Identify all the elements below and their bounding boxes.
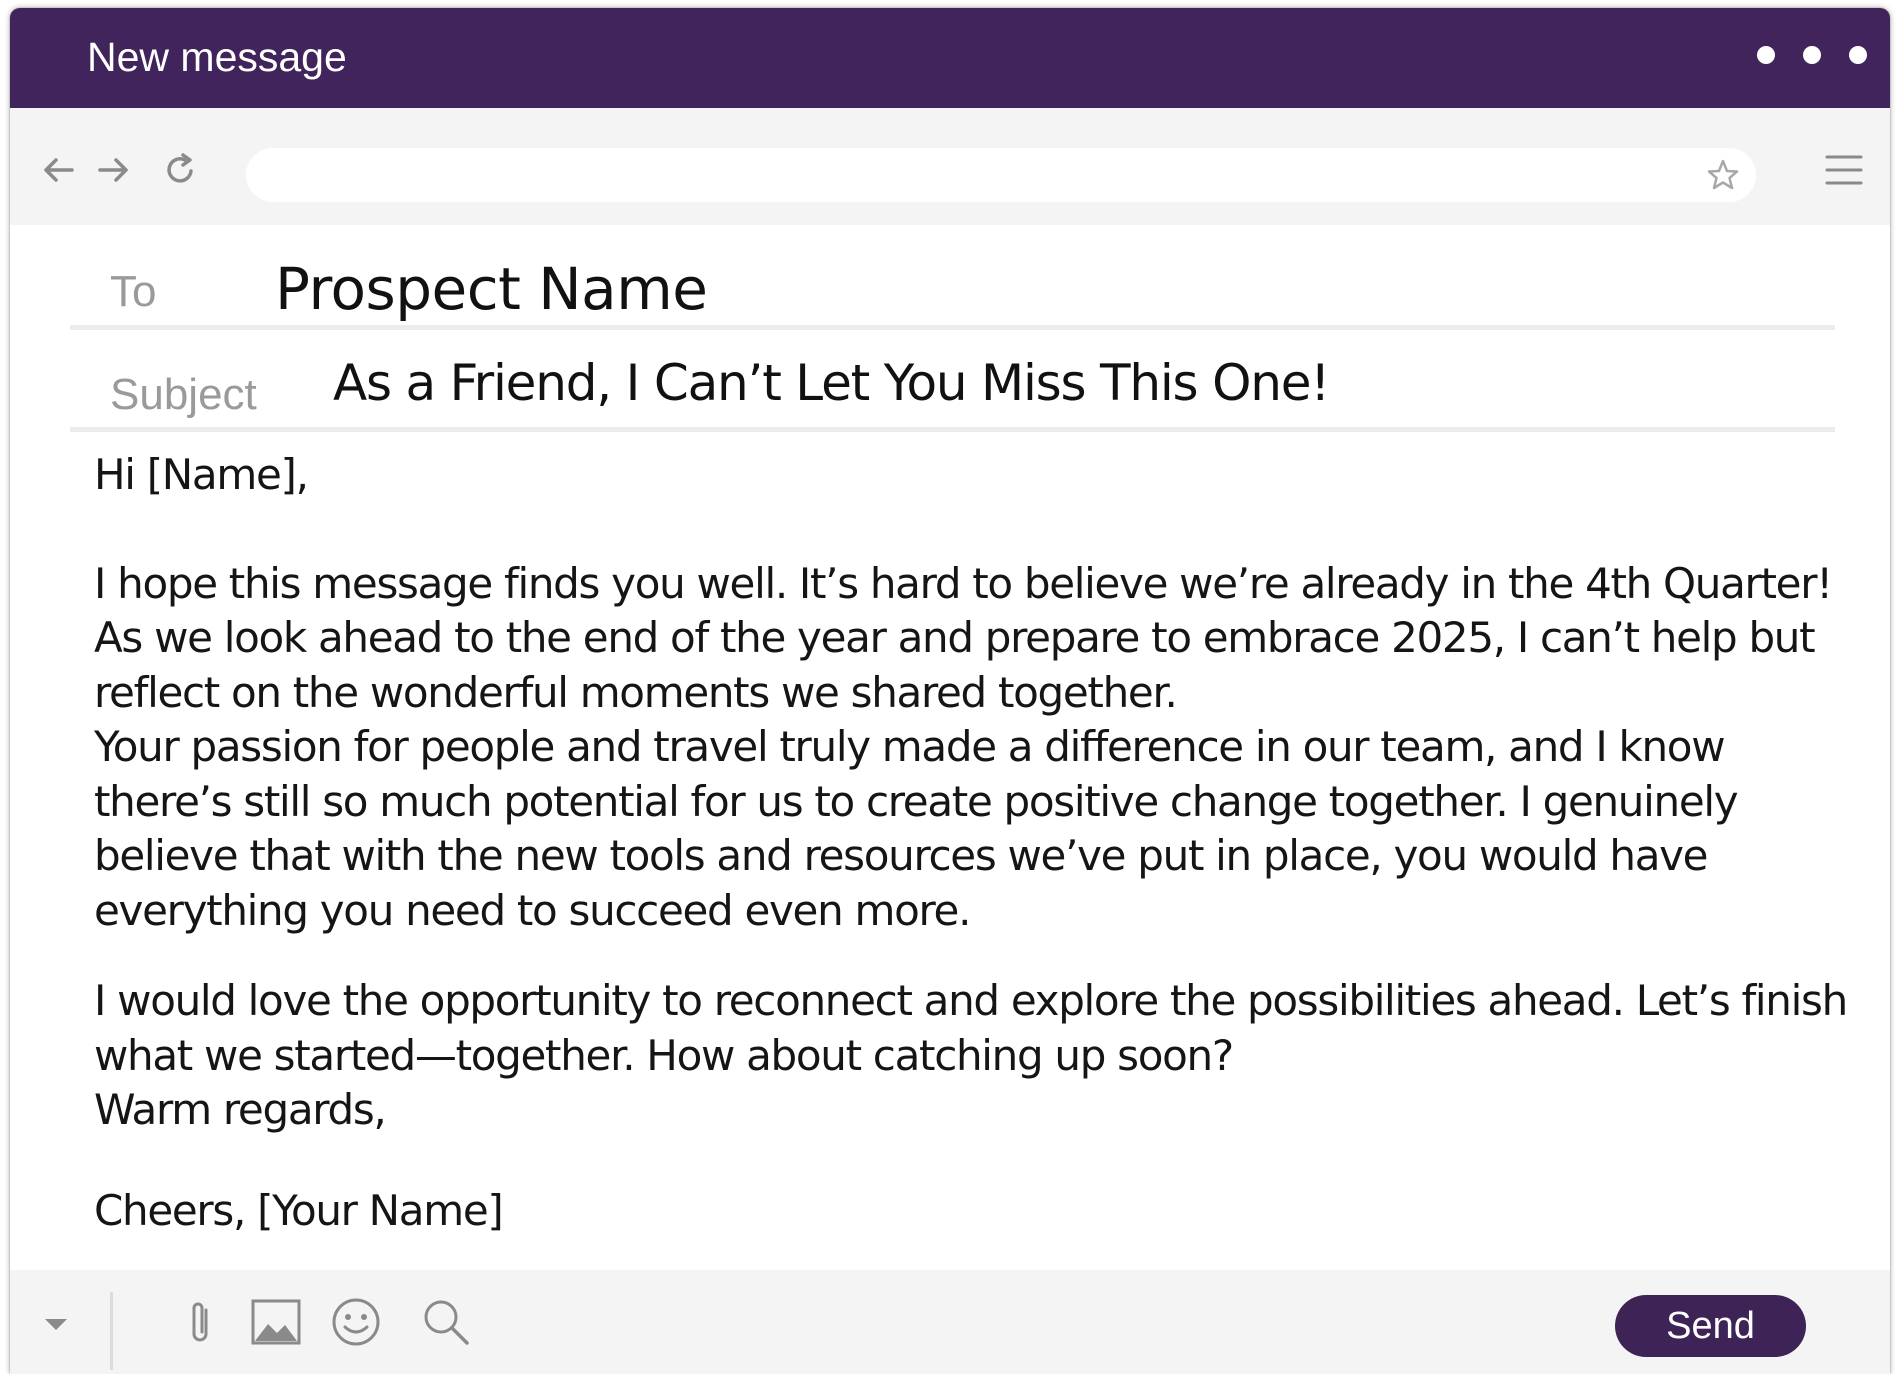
window-title: New message [87,34,347,80]
back-arrow-icon[interactable] [38,150,78,190]
bookmark-star-icon[interactable] [1706,158,1740,192]
subject-field[interactable]: As a Friend, I Can’t Let You Miss This O… [333,354,1330,412]
message-signoff: Cheers, [Your Name] [94,1185,504,1235]
title-bar: New message [10,8,1890,108]
send-button[interactable]: Send [1615,1295,1806,1357]
address-bar[interactable] [246,148,1756,202]
search-icon[interactable] [420,1296,472,1348]
message-paragraph-3: I would love the opportunity to reconnec… [94,976,1848,1080]
dot [1757,46,1775,64]
more-dots-icon[interactable] [1757,46,1867,64]
subject-label: Subject [110,370,257,419]
message-body[interactable]: Hi [Name], I hope this message finds you… [94,448,1854,1238]
hamburger-menu-icon[interactable] [1824,150,1864,190]
to-label: To [110,267,157,316]
message-greeting: Hi [Name], [94,450,309,499]
message-closing: Warm regards, [94,1085,387,1134]
to-recipient-field[interactable]: Prospect Name [275,255,708,323]
compose-window: New message To Prospect Name Subject As … [10,8,1890,1374]
dot [1849,46,1867,64]
forward-arrow-icon[interactable] [94,150,134,190]
dropdown-caret-icon[interactable] [38,1306,74,1342]
browser-toolbar [10,108,1890,225]
toolbar-divider [110,1292,113,1370]
compose-action-bar: Send [10,1270,1890,1374]
paperclip-icon[interactable] [176,1296,228,1348]
image-icon[interactable] [250,1296,302,1348]
message-paragraph-2: Your passion for people and travel truly… [94,722,1739,935]
message-paragraph-1: I hope this message finds you well. It’s… [94,558,1833,717]
dot [1803,46,1821,64]
subject-field-row: Subject As a Friend, I Can’t Let You Mis… [70,330,1835,432]
to-field-row: To Prospect Name [70,225,1835,330]
emoji-icon[interactable] [330,1296,382,1348]
reload-icon[interactable] [160,150,200,190]
